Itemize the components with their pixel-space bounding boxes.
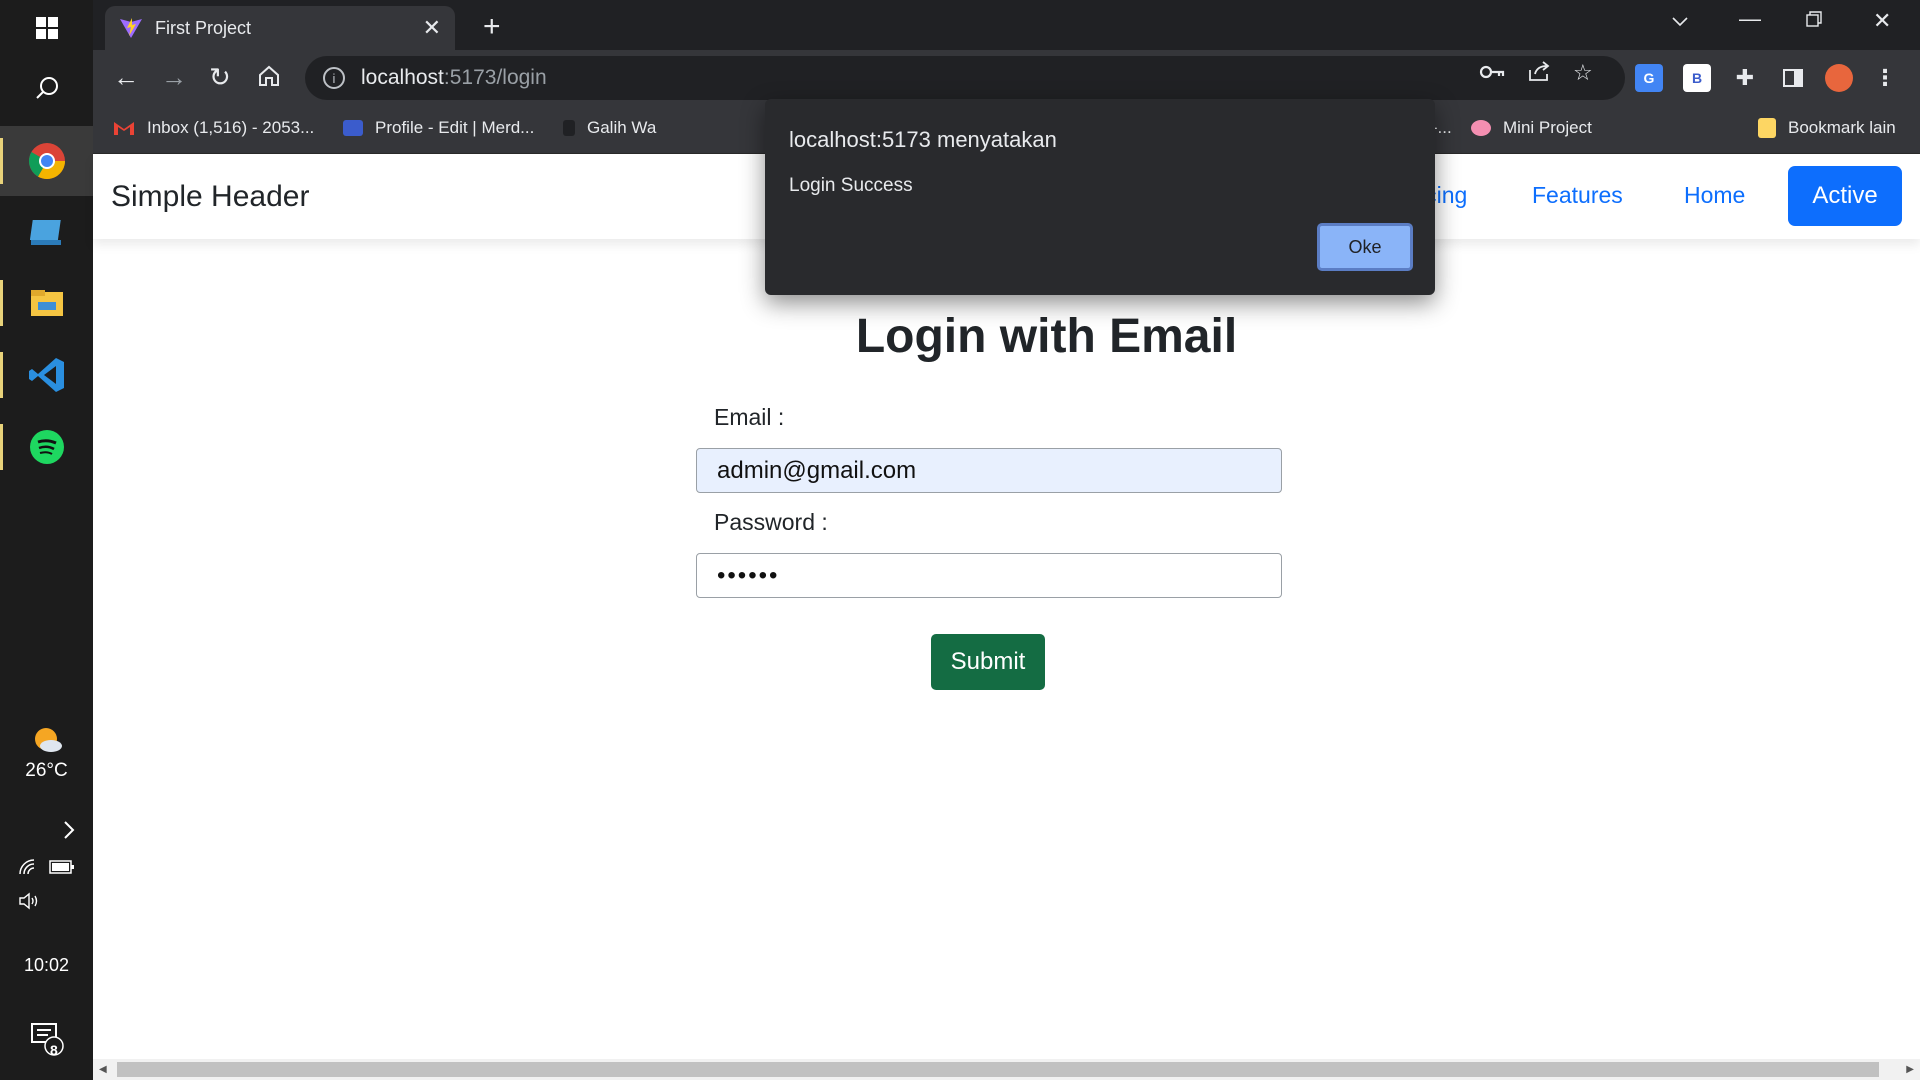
alert-dialog: localhost:5173 menyatakan Login Success …	[765, 99, 1435, 295]
site-info-icon[interactable]: i	[323, 67, 345, 89]
profile-avatar[interactable]	[1825, 64, 1853, 92]
browser-toolbar: ← → ↻ i localhost:5173/login ☆ G B ✚ ⋮	[93, 50, 1920, 106]
forward-icon[interactable]: →	[161, 62, 187, 93]
vscode-icon[interactable]	[0, 340, 93, 410]
volume-icon[interactable]	[0, 886, 93, 916]
bookmark-label: Mini Project	[1503, 118, 1592, 137]
tab-title: First Project	[155, 17, 252, 38]
bookmark-star-icon[interactable]: ☆	[1573, 60, 1593, 86]
google-translate-icon[interactable]: G	[1635, 64, 1663, 92]
bookmark-other-folder[interactable]: Bookmark lain	[1758, 118, 1896, 138]
url-host: localhost	[361, 66, 444, 89]
address-bar[interactable]: i localhost:5173/login	[305, 56, 1625, 100]
password-label: Password :	[714, 509, 828, 535]
tab-search-chevron-icon[interactable]	[1671, 8, 1689, 34]
password-key-icon[interactable]	[1479, 60, 1505, 86]
email-label: Email :	[714, 404, 785, 430]
scroll-left-icon[interactable]: ◀	[99, 1064, 107, 1075]
gmail-icon	[114, 122, 134, 135]
bookmark-label: Bookmark lain	[1788, 118, 1896, 137]
weather-temperature: 26°C	[25, 760, 68, 781]
tab-close-icon[interactable]: ✕	[423, 15, 441, 41]
scroll-right-icon[interactable]: ▶	[1906, 1064, 1914, 1075]
chevron-right-icon[interactable]	[0, 812, 93, 848]
bookmark-label: Inbox (1,516) - 2053...	[147, 118, 315, 137]
back-icon[interactable]: ←	[113, 62, 139, 93]
laptop-app-icon[interactable]	[0, 198, 93, 268]
home-icon[interactable]	[257, 64, 281, 95]
new-tab-icon[interactable]: +	[483, 10, 501, 44]
clock[interactable]: 10:02	[0, 955, 93, 976]
wifi-icon[interactable]	[18, 858, 40, 876]
email-field[interactable]: admin@gmail.com	[696, 448, 1282, 493]
close-window-icon[interactable]: ✕	[1873, 8, 1891, 34]
submit-button[interactable]: Submit	[931, 634, 1045, 690]
site-brand[interactable]: Simple Header	[111, 180, 309, 214]
notification-center-icon[interactable]: 8	[0, 1010, 93, 1066]
reload-icon[interactable]: ↻	[209, 62, 231, 93]
url-text: localhost:5173/login	[361, 66, 547, 90]
bookmark-label: Profile - Edit | Merd...	[375, 118, 535, 137]
brain-icon	[1471, 120, 1491, 136]
chrome-taskbar-icon[interactable]	[0, 126, 93, 196]
windows-start-icon[interactable]	[0, 0, 93, 56]
restore-icon[interactable]	[1805, 8, 1823, 34]
minimize-icon[interactable]: —	[1739, 6, 1761, 32]
extensions-puzzle-icon[interactable]: ✚	[1731, 64, 1759, 92]
search-icon[interactable]	[0, 56, 93, 120]
tab-first-project[interactable]: First Project ✕	[105, 6, 455, 50]
page-title: Login with Email	[855, 310, 1238, 363]
bookmark-profile[interactable]: Profile - Edit | Merd...	[343, 118, 534, 138]
spotify-icon[interactable]	[0, 412, 93, 482]
vite-favicon-icon	[120, 18, 142, 38]
taskbar: 26°C 10:02 8	[0, 0, 93, 1080]
horizontal-scrollbar[interactable]: ◀ ▶	[93, 1059, 1920, 1080]
nav-home[interactable]: Home	[1684, 182, 1745, 209]
extension-b-icon[interactable]: B	[1683, 64, 1711, 92]
folder-icon	[1758, 118, 1776, 138]
tab-strip: First Project ✕ + — ✕	[93, 0, 1920, 50]
nav-active[interactable]: Active	[1788, 166, 1902, 226]
menu-kebab-icon[interactable]: ⋮	[1871, 64, 1899, 92]
password-field[interactable]: ••••••	[696, 553, 1282, 598]
bookmark-mini-project[interactable]: Mini Project	[1471, 118, 1592, 138]
ok-button[interactable]: Oke	[1317, 223, 1413, 271]
url-path: :5173/login	[443, 66, 547, 89]
bookmark-galih[interactable]: Galih Wa	[563, 118, 656, 138]
battery-icon[interactable]	[49, 859, 75, 875]
bookmark-favicon-icon	[563, 120, 575, 136]
bookmark-favicon-icon	[343, 120, 363, 136]
side-panel-icon[interactable]	[1779, 64, 1807, 92]
bookmark-gmail[interactable]: Inbox (1,516) - 2053...	[113, 118, 314, 138]
scrollbar-thumb[interactable]	[117, 1062, 1879, 1077]
notification-count: 8	[50, 1042, 58, 1058]
browser-window: First Project ✕ + — ✕ ← → ↻ i localhost:…	[93, 0, 1920, 1080]
share-icon[interactable]	[1527, 60, 1551, 88]
file-explorer-icon[interactable]	[0, 268, 93, 338]
nav-features[interactable]: Features	[1532, 182, 1623, 209]
dialog-title: localhost:5173 menyatakan	[789, 127, 1057, 152]
bookmark-label: Galih Wa	[587, 118, 657, 137]
system-tray	[0, 852, 93, 882]
dialog-message: Login Success	[789, 175, 913, 196]
